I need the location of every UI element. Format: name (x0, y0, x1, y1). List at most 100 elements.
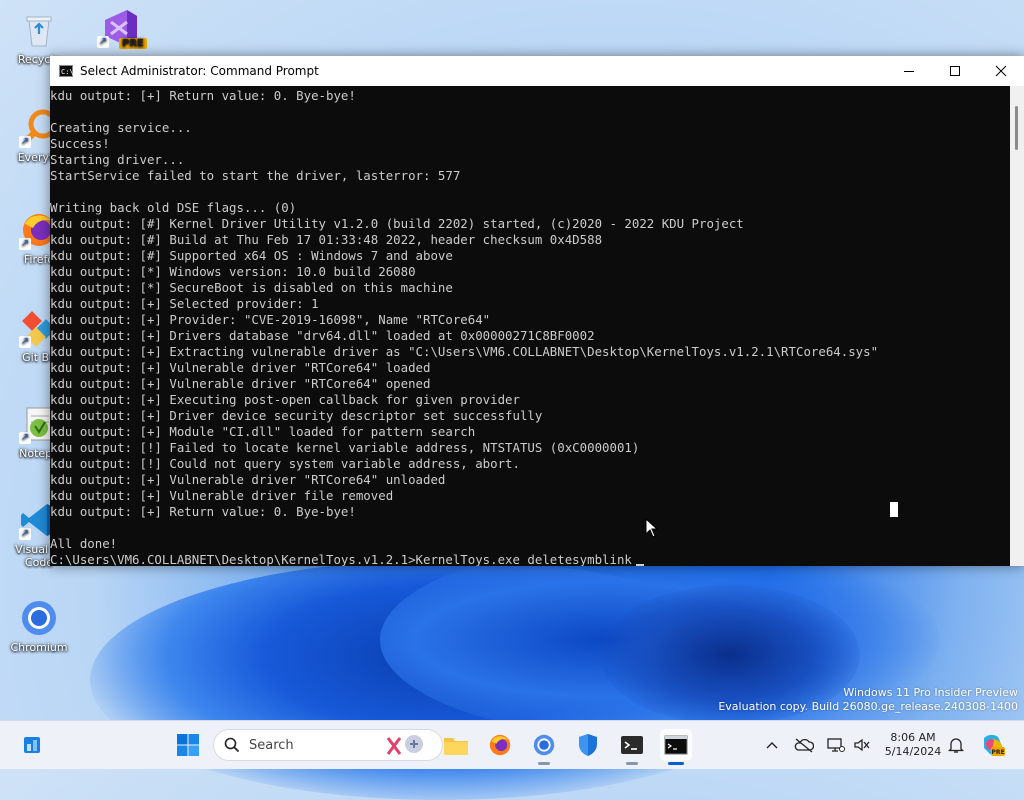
console-line: kdu output: [+] Vulnerable driver "RTCor… (50, 376, 431, 391)
console-text: kdu output: [+] Return value: 0. Bye-bye… (50, 86, 1010, 566)
active-indicator (668, 762, 684, 765)
shortcut-arrow-icon: ↗ (19, 432, 31, 444)
taskbar: Search 8:06 AM 5/14/2024 PRE (0, 720, 1024, 769)
console-line: kdu output: [#] Kernel Driver Utility v1… (50, 216, 744, 231)
network-icon (827, 738, 845, 752)
clock-time: 8:06 AM (890, 731, 936, 744)
console-line: kdu output: [+] Extracting vulnerable dr… (50, 344, 879, 359)
taskbar-command-prompt[interactable] (660, 729, 692, 765)
console-command-input[interactable]: KernelToys.exe deletesymblink (416, 552, 632, 566)
recycle-bin-icon (19, 10, 59, 50)
title-bar[interactable]: C:\ Select Administrator: Command Prompt (50, 56, 1024, 86)
shield-icon (579, 734, 597, 756)
running-indicator (626, 762, 638, 765)
close-icon (995, 65, 1007, 77)
console-line: kdu output: [+] Provider: "CVE-2019-1609… (50, 312, 491, 327)
taskbar-file-explorer[interactable] (440, 729, 472, 761)
visual-studio-icon: PRE ↗ (97, 8, 147, 49)
chevron-up-icon (766, 742, 778, 749)
copilot-button[interactable]: PRE (980, 732, 1006, 758)
firefox-icon (489, 734, 511, 756)
text-cursor (635, 564, 644, 566)
copilot-pre-badge: PRE (991, 749, 1004, 756)
console-line: Success! (50, 136, 110, 151)
chromium-icon (19, 598, 59, 638)
shortcut-arrow-icon: ↗ (19, 528, 31, 540)
taskbar-chromium[interactable] (528, 729, 560, 765)
window-controls (886, 56, 1024, 86)
taskbar-search-box[interactable]: Search (213, 729, 443, 761)
console-line: StartService failed to start the driver,… (50, 168, 461, 183)
folder-icon (444, 738, 468, 755)
desktop-icon-label: Chromium (10, 641, 68, 654)
copilot-icon: PRE (984, 734, 1005, 756)
command-prompt-window[interactable]: C:\ Select Administrator: Command Prompt… (50, 56, 1024, 566)
console-line: kdu output: [!] Failed to locate kernel … (50, 440, 640, 455)
taskbar-defender[interactable] (572, 729, 604, 761)
console-line: kdu output: [+] Drivers database "drv64.… (50, 328, 595, 343)
maximize-button[interactable] (932, 56, 978, 86)
console-line: kdu output: [+] Module "CI.dll" loaded f… (50, 424, 476, 439)
close-button[interactable] (978, 56, 1024, 86)
console-line: Starting driver... (50, 152, 185, 167)
terminal-icon (621, 736, 643, 754)
console-line: kdu output: [*] Windows version: 10.0 bu… (50, 264, 416, 279)
console-line: kdu output: [+] Executing post-open call… (50, 392, 520, 407)
console-line: kdu output: [+] Driver device security d… (50, 408, 543, 423)
console-line: All done! (50, 536, 118, 551)
clock[interactable]: 8:06 AM 5/14/2024 (882, 731, 944, 759)
volume-button[interactable] (852, 735, 872, 755)
console-line: kdu output: [#] Build at Thu Feb 17 01:3… (50, 232, 603, 247)
speaker-muted-icon (854, 738, 870, 752)
taskbar-firefox[interactable] (484, 729, 516, 761)
console-output[interactable]: kdu output: [+] Return value: 0. Bye-bye… (50, 86, 1010, 566)
search-label: Search (249, 737, 294, 753)
console-line: kdu output: [+] Vulnerable driver "RTCor… (50, 360, 431, 375)
shortcut-arrow-icon: ↗ (97, 36, 109, 48)
widgets-icon (24, 737, 40, 753)
cmd-icon: C:\ (59, 65, 74, 77)
minimize-button[interactable] (886, 56, 932, 86)
windows-watermark: Windows 11 Pro Insider Preview Evaluatio… (718, 686, 1018, 714)
console-line: Writing back old DSE flags... (0) (50, 200, 297, 215)
cloud-offline-icon (794, 738, 814, 753)
vertical-scrollbar[interactable] (1010, 86, 1024, 566)
network-button[interactable] (826, 735, 846, 755)
console-line: kdu output: [!] Could not query system v… (50, 456, 520, 471)
block-cursor (890, 502, 898, 517)
notifications-button[interactable] (946, 735, 966, 755)
shortcut-arrow-icon: ↗ (19, 238, 31, 250)
bell-icon (948, 738, 964, 753)
desktop-icon-visual-studio-preview[interactable]: PRE ↗ (80, 8, 154, 51)
taskbar-terminal[interactable] (616, 729, 648, 765)
show-hidden-icons-button[interactable] (762, 735, 782, 755)
console-line: kdu output: [+] Selected provider: 1 (50, 296, 319, 311)
console-line: kdu output: [#] Supported x64 OS : Windo… (50, 248, 453, 263)
search-icon (224, 737, 240, 753)
console-line: kdu output: [+] Return value: 0. Bye-bye… (50, 504, 356, 519)
command-prompt-icon (664, 735, 688, 755)
minimize-icon (904, 71, 914, 72)
start-button[interactable] (172, 729, 204, 761)
console-line: kdu output: [*] SecureBoot is disabled o… (50, 280, 453, 295)
console-line: Creating service... (50, 120, 192, 135)
mouse-pointer-icon (645, 518, 659, 538)
maximize-icon (950, 66, 960, 76)
console-line: kdu output: [+] Vulnerable driver file r… (50, 488, 394, 503)
onedrive-button[interactable] (794, 735, 814, 755)
console-line: kdu output: [+] Return value: 0. Bye-bye… (50, 88, 356, 103)
watermark-line2: Evaluation copy. Build 26080.ge_release.… (718, 700, 1018, 713)
window-title: Select Administrator: Command Prompt (80, 64, 319, 78)
chromium-icon (533, 734, 555, 756)
windows-logo-icon (177, 734, 199, 756)
search-highlight-icon (386, 735, 423, 755)
console-line: kdu output: [+] Vulnerable driver "RTCor… (50, 472, 446, 487)
pre-badge: PRE (119, 38, 147, 49)
scrollbar-thumb[interactable] (1015, 106, 1018, 150)
widgets-button[interactable] (16, 729, 48, 761)
desktop-icon-chromium[interactable]: Chromium (2, 598, 76, 654)
watermark-line1: Windows 11 Pro Insider Preview (843, 686, 1018, 699)
running-indicator (538, 762, 550, 765)
shortcut-arrow-icon: ↗ (19, 136, 31, 148)
clock-date: 5/14/2024 (884, 745, 942, 758)
